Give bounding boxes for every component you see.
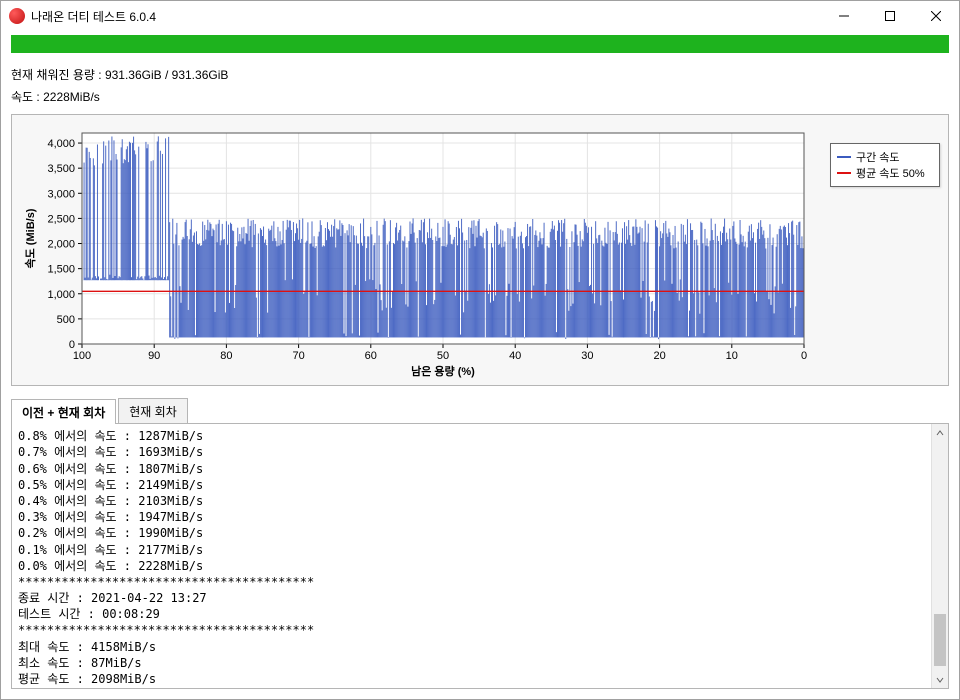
- scroll-thumb[interactable]: [934, 614, 946, 667]
- svg-text:2,500: 2,500: [47, 214, 75, 226]
- svg-text:60: 60: [365, 350, 377, 362]
- svg-text:50: 50: [437, 350, 449, 362]
- titlebar[interactable]: 나래온 더티 테스트 6.0.4: [1, 1, 959, 31]
- tab-bar: 이전 + 현재 회차 현재 회차: [11, 398, 949, 423]
- content-area: 현재 채워진 용량 : 931.36GiB / 931.36GiB 속도 : 2…: [1, 31, 959, 699]
- legend-swatch-avg50: [837, 172, 851, 174]
- svg-text:70: 70: [292, 350, 304, 362]
- legend-label-interval: 구간 속도: [856, 149, 900, 165]
- speed-label: 속도 :: [11, 90, 43, 104]
- window: 나래온 더티 테스트 6.0.4 현재 채워진 용량 : 931.36GiB /…: [0, 0, 960, 700]
- legend-item-avg50: 평균 속도 50%: [837, 165, 933, 181]
- stats-block: 현재 채워진 용량 : 931.36GiB / 931.36GiB 속도 : 2…: [11, 65, 949, 108]
- speed-chart: 0 500 1,000 1,500 2,000 2,500 3,000 3,500 4,000 1…: [20, 123, 810, 378]
- close-button[interactable]: [913, 1, 959, 31]
- filled-value: 931.36GiB / 931.36GiB: [105, 68, 228, 82]
- scroll-up-button[interactable]: [932, 424, 948, 441]
- svg-text:20: 20: [653, 350, 665, 362]
- window-title: 나래온 더티 테스트 6.0.4: [31, 8, 821, 25]
- tab-current[interactable]: 현재 회차: [118, 398, 188, 423]
- chart-panel: 0 500 1,000 1,500 2,000 2,500 3,000 3,500 4,000 1…: [11, 114, 949, 386]
- progress-bar: [11, 35, 949, 53]
- svg-text:속도 (MiB/s): 속도 (MiB/s): [24, 208, 37, 268]
- svg-text:2,000: 2,000: [47, 239, 75, 251]
- legend-item-interval: 구간 속도: [837, 149, 933, 165]
- svg-text:3,000: 3,000: [47, 188, 75, 200]
- svg-text:남은 용량 (%): 남은 용량 (%): [411, 365, 475, 378]
- chart-legend: 구간 속도 평균 속도 50%: [830, 143, 940, 381]
- svg-text:90: 90: [148, 350, 160, 362]
- minimize-button[interactable]: [821, 1, 867, 31]
- svg-text:40: 40: [509, 350, 521, 362]
- speed-value: 2228MiB/s: [43, 90, 100, 104]
- svg-text:80: 80: [220, 350, 232, 362]
- svg-text:100: 100: [73, 350, 91, 362]
- chart-area: 0 500 1,000 1,500 2,000 2,500 3,000 3,500 4,000 1…: [20, 123, 820, 381]
- svg-text:500: 500: [57, 314, 75, 326]
- legend-label-avg50: 평균 속도 50%: [856, 165, 925, 181]
- maximize-button[interactable]: [867, 1, 913, 31]
- svg-text:3,500: 3,500: [47, 163, 75, 175]
- svg-text:0: 0: [801, 350, 807, 362]
- svg-text:1,500: 1,500: [47, 264, 75, 276]
- scroll-track[interactable]: [932, 441, 948, 671]
- tab-prev-current[interactable]: 이전 + 현재 회차: [11, 399, 116, 424]
- svg-text:4,000: 4,000: [47, 138, 75, 150]
- log-text[interactable]: 0.8% 에서의 속도 : 1287MiB/s 0.7% 에서의 속도 : 16…: [12, 424, 931, 688]
- log-panel: 0.8% 에서의 속도 : 1287MiB/s 0.7% 에서의 속도 : 16…: [11, 423, 949, 689]
- svg-text:10: 10: [726, 350, 738, 362]
- scroll-down-button[interactable]: [932, 671, 948, 688]
- filled-label: 현재 채워진 용량 :: [11, 68, 105, 82]
- svg-text:30: 30: [581, 350, 593, 362]
- svg-text:1,000: 1,000: [47, 289, 75, 301]
- app-icon: [9, 8, 25, 24]
- legend-swatch-interval: [837, 156, 851, 158]
- scrollbar[interactable]: [931, 424, 948, 688]
